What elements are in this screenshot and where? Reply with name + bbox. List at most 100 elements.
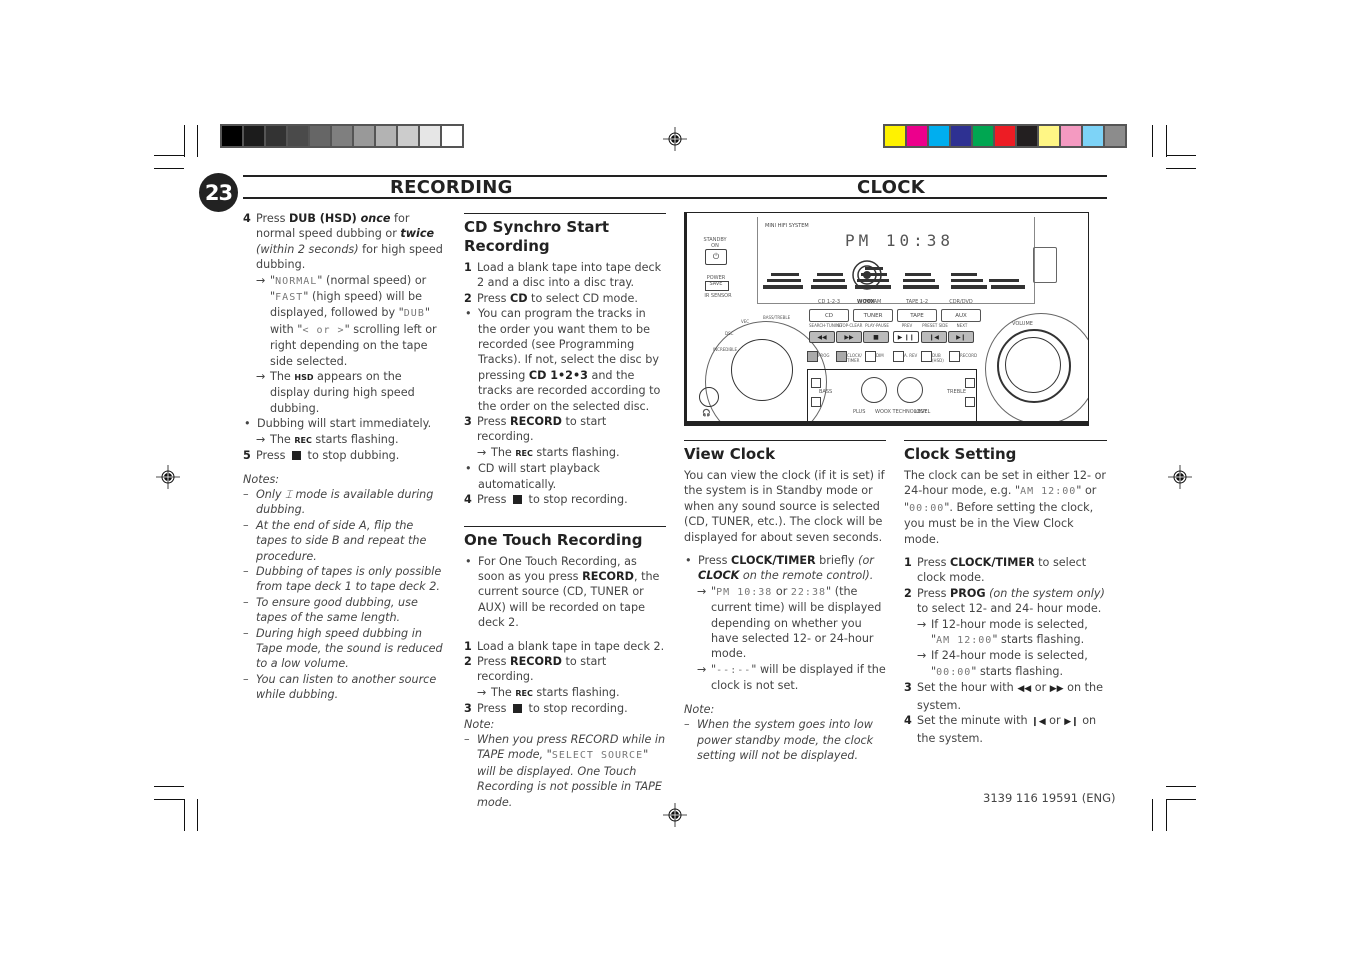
- cd-synchro-column: CD Synchro Start Recording 1 Load a blank…: [464, 213, 666, 810]
- grayscale-calibration-bar: [220, 124, 464, 148]
- arrow-icon: →: [697, 584, 707, 598]
- gray-swatch: [376, 126, 396, 146]
- func-button-box: [836, 351, 847, 362]
- jog-function-label: INCREDIBLE: [713, 347, 738, 352]
- section-title-clock: CLOCK: [857, 177, 925, 198]
- func-button-box: [921, 351, 932, 362]
- color-swatch: [995, 126, 1015, 146]
- result-rec: → The REC starts flashing.: [243, 432, 443, 448]
- note-item: – To ensure good dubbing, use tapes of th…: [243, 595, 418, 625]
- notes-list: – Only ⌶ mode is available during dubbing…: [243, 487, 443, 703]
- source-button-tape: TAPE: [897, 309, 937, 322]
- jog-function-label: DSC: [725, 331, 734, 336]
- note-item: – Only ⌶ mode is available during dubbing…: [243, 487, 434, 517]
- header-rule-top: [243, 175, 1107, 177]
- func-button-label: DUB (HSD): [932, 353, 944, 363]
- jog-dial: [731, 339, 793, 401]
- source-button-cd: CD: [809, 309, 849, 322]
- transport-label: PRESET SIDE: [922, 323, 948, 328]
- gray-swatch: [266, 126, 286, 146]
- func-button-box: [865, 351, 876, 362]
- stop-icon: [513, 704, 522, 714]
- step-4: 4 Press DUB (HSD) once for normal speed …: [243, 212, 443, 272]
- color-swatch: [885, 126, 905, 146]
- header-rule-bottom: [243, 197, 1107, 199]
- color-swatch: [1105, 126, 1125, 146]
- step-5: 5 Press to stop dubbing.: [243, 449, 400, 463]
- source-button-tuner: TUNER: [853, 309, 893, 322]
- transport-button: ■: [863, 331, 889, 343]
- registration-mark-icon: [663, 127, 687, 151]
- search-back-icon: ◀◀: [1017, 684, 1032, 695]
- color-calibration-bar: [883, 124, 1127, 148]
- woox-level-knob: [897, 377, 923, 403]
- gray-swatch: [354, 126, 374, 146]
- jog-function-label: VEC: [741, 319, 750, 324]
- woox-plus-knob: [861, 377, 887, 403]
- arrow-icon: →: [917, 649, 927, 663]
- note-item: – During high speed dubbing in Tape mode,…: [243, 626, 443, 671]
- color-swatch: [1039, 126, 1059, 146]
- view-clock-heading: View Clock: [684, 440, 886, 464]
- registration-mark-icon: [156, 465, 180, 489]
- transport-label: PREV: [901, 323, 913, 328]
- registration-mark-icon: [1168, 465, 1192, 489]
- gray-swatch: [288, 126, 308, 146]
- transport-button: ▶ ❙❙: [893, 331, 919, 343]
- result-hsd: → The HSD appears on the display during …: [256, 370, 415, 415]
- prev-icon: ❙◀: [1031, 717, 1046, 728]
- transport-label: STOP·CLEAR: [837, 323, 863, 328]
- source-button-aux: AUX: [941, 309, 981, 322]
- stop-icon: [513, 495, 522, 505]
- source-label: CD 1-2-3: [817, 299, 841, 305]
- transport-label: PLAY·PAUSE: [865, 323, 889, 328]
- color-swatch: [1017, 126, 1037, 146]
- transport-label: NEXT: [956, 323, 968, 328]
- page-number-badge: 23: [199, 173, 238, 212]
- arrow-icon: →: [256, 432, 266, 446]
- source-label: TAPE 1-2: [905, 299, 929, 305]
- func-button-label: A. REV: [904, 353, 918, 358]
- clock-setting-column: Clock Setting The clock can be set in ei…: [904, 440, 1107, 746]
- arrow-icon: →: [477, 445, 487, 459]
- arrow-icon: →: [256, 370, 266, 384]
- transport-button: ❙◀: [921, 331, 947, 343]
- transport-label: SEARCH·TUNING: [809, 323, 843, 328]
- gray-swatch: [310, 126, 330, 146]
- result-display-message: → "NORMAL" (normal speed) or "FAST" (hig…: [256, 273, 437, 368]
- color-swatch: [929, 126, 949, 146]
- spectrum-bars: [763, 260, 1025, 290]
- note-item: – At the end of side A, flip the tapes to…: [243, 518, 427, 563]
- arrow-icon: →: [477, 685, 487, 699]
- func-button-label: CLOCK/ TIMER: [847, 353, 862, 363]
- note-item: – Dubbing of tapes is only possible from …: [243, 564, 442, 594]
- hifi-system-front-panel-illustration: MINI HIFI SYSTEM PM 10:38 WOOX STANDBY O…: [684, 212, 1089, 426]
- gray-swatch: [332, 126, 352, 146]
- one-touch-heading: One Touch Recording: [464, 525, 666, 550]
- gray-swatch: [222, 126, 242, 146]
- cd-synchro-heading: CD Synchro Start Recording: [464, 213, 666, 256]
- transport-button: ▶❙: [948, 331, 974, 343]
- func-button-box: [893, 351, 904, 362]
- gray-swatch: [398, 126, 418, 146]
- standby-button: ⏻: [705, 249, 727, 265]
- section-title-recording: RECORDING: [390, 177, 513, 198]
- gray-swatch: [420, 126, 440, 146]
- color-swatch: [1083, 126, 1103, 146]
- brand-line: MINI HIFI SYSTEM: [765, 223, 809, 229]
- notes-label: Notes:: [243, 472, 280, 486]
- search-forward-icon: ▶▶: [1049, 684, 1064, 695]
- dubbing-column: 4 Press DUB (HSD) once for normal speed …: [243, 211, 443, 703]
- func-button-box: [949, 351, 960, 362]
- source-label: FM-AM: [864, 299, 882, 305]
- gray-swatch: [244, 126, 264, 146]
- display-time: PM 10:38: [845, 231, 955, 250]
- color-swatch: [973, 126, 993, 146]
- headphone-icon: 🎧: [702, 409, 711, 417]
- source-label: CDR/DVD: [949, 299, 973, 305]
- bullet-dubbing-start: • Dubbing will start immediately.: [244, 417, 432, 431]
- color-swatch: [951, 126, 971, 146]
- transport-button: ▶▶: [836, 331, 862, 343]
- registration-mark-icon: [663, 803, 687, 827]
- color-swatch: [907, 126, 927, 146]
